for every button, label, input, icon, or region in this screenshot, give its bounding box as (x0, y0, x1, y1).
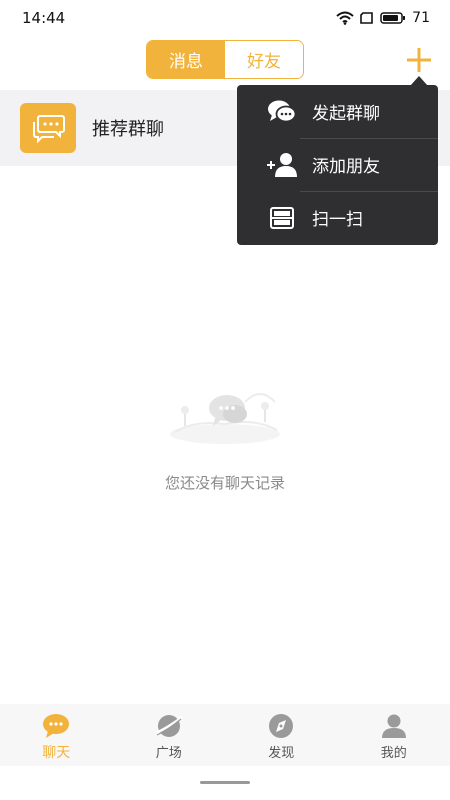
menu-item-label: 发起群聊 (312, 104, 380, 124)
menu-item-add-friend[interactable]: 添加朋友 (237, 138, 438, 191)
menu-item-scan[interactable]: 扫一扫 (237, 191, 438, 244)
nav-label: 我的 (380, 746, 407, 761)
tab-switcher: 消息 好友 (146, 40, 304, 79)
battery-icon (380, 12, 406, 24)
chat-bubbles-icon (267, 99, 297, 125)
header: 消息 好友 (0, 36, 450, 86)
tab-messages[interactable]: 消息 (147, 41, 225, 78)
empty-state-text: 您还没有聊天记录 (164, 474, 285, 492)
plus-icon (407, 48, 431, 72)
menu-item-start-group-chat[interactable]: 发起群聊 (237, 85, 438, 138)
status-bar: 14:44 71 (0, 0, 450, 36)
recommended-group-label: 推荐群聊 (92, 119, 164, 140)
empty-chat-illustration (165, 382, 285, 452)
home-indicator[interactable] (200, 781, 250, 784)
planet-icon (155, 715, 183, 737)
scan-icon (267, 205, 297, 231)
profile-icon (381, 714, 406, 738)
nav-item-chat[interactable]: 聊天 (0, 704, 113, 766)
sim-card-icon (360, 12, 374, 24)
menu-item-label: 扫一扫 (312, 210, 363, 230)
status-time: 14:44 (22, 9, 66, 27)
menu-item-label: 添加朋友 (312, 157, 380, 177)
compass-icon (269, 714, 294, 738)
group-chat-icon (20, 103, 76, 153)
wifi-icon (336, 11, 354, 25)
battery-level: 71 (412, 10, 430, 26)
nav-item-plaza[interactable]: 广场 (113, 704, 226, 766)
add-user-icon (267, 152, 297, 178)
bottom-nav: 聊天 广场 发现 我的 (0, 704, 450, 766)
nav-label: 发现 (268, 746, 295, 761)
nav-item-discover[interactable]: 发现 (225, 704, 338, 766)
popup-menu: 发起群聊 添加朋友 扫一扫 (237, 85, 438, 245)
add-button[interactable] (405, 46, 433, 74)
chat-icon (43, 714, 70, 738)
nav-label: 聊天 (42, 745, 71, 761)
status-icons: 71 (336, 10, 430, 26)
nav-item-me[interactable]: 我的 (338, 704, 450, 766)
nav-label: 广场 (155, 746, 182, 761)
tab-friends[interactable]: 好友 (225, 41, 303, 78)
